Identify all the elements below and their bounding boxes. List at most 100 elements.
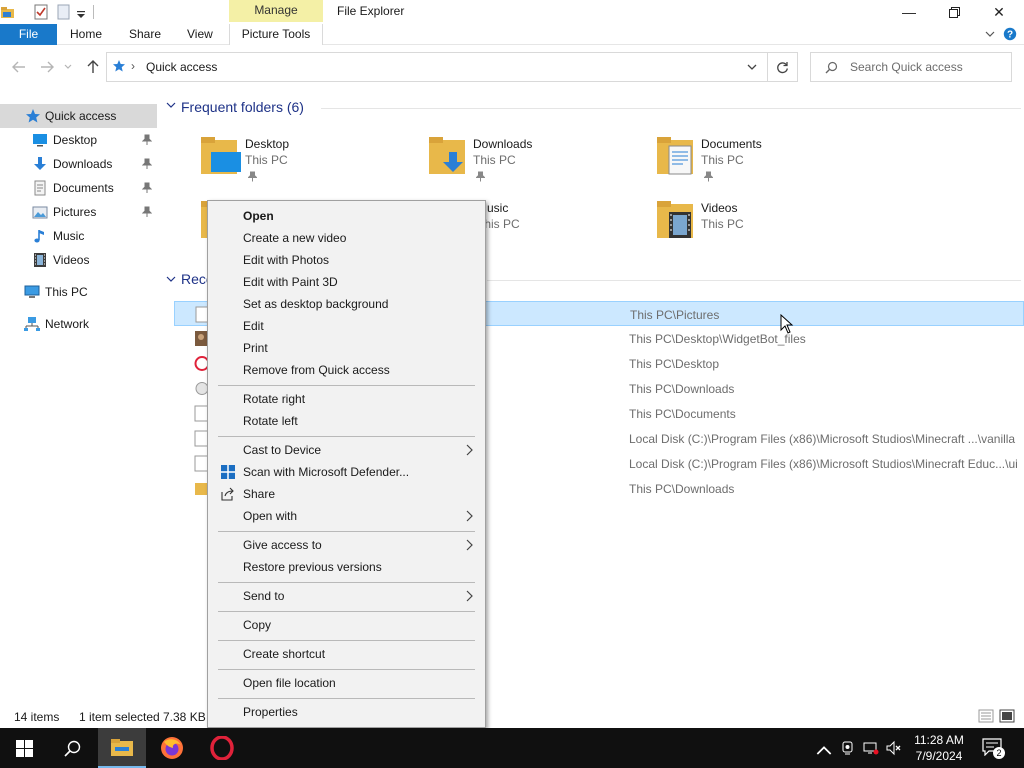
menu-item-edit[interactable]: Edit [210,315,483,337]
menu-item-give-access[interactable]: Give access to [210,534,483,556]
address-row: › Quick access Search Quick access [0,46,1024,88]
menu-item-print[interactable]: Print [210,337,483,359]
new-folder-icon[interactable] [56,4,72,20]
menu-item-open[interactable]: Open [210,205,483,227]
sidebar-item-this-pc[interactable]: This PC [0,280,157,304]
menu-item-rotate-left[interactable]: Rotate left [210,410,483,432]
network-tray-icon[interactable] [863,740,879,756]
sidebar-item-desktop[interactable]: Desktop [0,128,157,152]
menu-item-copy[interactable]: Copy [210,614,483,636]
pin-icon[interactable] [142,158,152,170]
volume-muted-icon[interactable] [886,740,902,756]
tab-file[interactable]: File [0,24,57,45]
folder-tile-desktop[interactable]: Desktop This PC [199,134,419,194]
menu-item-create-video[interactable]: Create a new video [210,227,483,249]
menu-item-scan-defender[interactable]: Scan with Microsoft Defender... [210,461,483,483]
menu-separator [218,582,475,583]
sidebar-item-quick-access[interactable]: Quick access [0,104,157,128]
close-button[interactable]: ✕ [976,0,1022,24]
forward-button[interactable] [38,58,56,76]
sidebar-item-videos[interactable]: Videos [0,248,157,272]
taskbar-opera[interactable] [198,728,246,768]
taskbar-file-explorer[interactable] [98,728,146,768]
sidebar-item-pictures[interactable]: Pictures [0,200,157,224]
tab-view[interactable]: View [187,24,213,45]
address-bar[interactable]: › Quick access [106,52,768,82]
pictures-icon [32,206,48,219]
back-button[interactable] [10,58,28,76]
folder-location: This PC [701,217,744,231]
menu-item-create-shortcut[interactable]: Create shortcut [210,643,483,665]
title-bar: Manage File Explorer — ✕ [0,0,1024,24]
folder-tile-videos[interactable]: Videos This PC [655,198,875,258]
selection-status: 1 item selected [79,710,160,724]
sidebar-item-music[interactable]: Music [0,224,157,248]
clock[interactable]: 11:28 AM 7/9/2024 [910,732,968,764]
submenu-arrow-icon [466,444,473,456]
menu-item-edit-paint3d[interactable]: Edit with Paint 3D [210,271,483,293]
menu-item-open-file-location[interactable]: Open file location [210,672,483,694]
menu-item-rotate-right[interactable]: Rotate right [210,388,483,410]
manage-contextual-tab[interactable]: Manage [229,0,323,22]
menu-item-set-background[interactable]: Set as desktop background [210,293,483,315]
file-explorer-icon [111,739,133,756]
search-icon [825,61,838,74]
up-button[interactable] [84,58,102,76]
download-icon [34,157,46,170]
file-location: Local Disk (C:)\Program Files (x86)\Micr… [629,432,1016,446]
details-view-icon[interactable] [978,709,994,723]
breadcrumb-quick-access[interactable]: Quick access [146,60,217,74]
collapse-chevron-icon[interactable] [166,276,176,283]
documents-folder-icon [657,137,693,175]
show-hidden-icons-icon[interactable] [816,742,832,758]
chevron-down-icon [64,64,72,69]
pin-icon[interactable] [142,206,152,218]
tab-home[interactable]: Home [70,24,102,45]
minimize-button[interactable]: — [886,0,932,24]
menu-item-edit-photos[interactable]: Edit with Photos [210,249,483,271]
recent-locations-button[interactable] [62,58,74,76]
large-icons-view-icon[interactable] [999,709,1015,723]
taskbar-search-button[interactable] [48,728,96,768]
search-icon [63,740,80,757]
sidebar-item-label: Network [45,317,90,331]
network-icon [24,317,40,331]
pin-icon[interactable] [142,134,152,146]
breadcrumb-separator[interactable]: › [131,59,135,73]
sidebar-item-label: Music [53,229,85,243]
menu-item-cast-to-device[interactable]: Cast to Device [210,439,483,461]
menu-item-restore-versions[interactable]: Restore previous versions [210,556,483,578]
folder-location: This PC [473,153,516,167]
folder-tile-documents[interactable]: Documents This PC [655,134,875,194]
action-center-button[interactable]: 2 [982,738,1005,759]
folder-quick-icon[interactable] [0,4,16,20]
menu-item-remove-quick-access[interactable]: Remove from Quick access [210,359,483,381]
pin-icon[interactable] [142,182,152,194]
menu-separator [218,640,475,641]
maximize-button[interactable] [931,0,977,24]
help-icon[interactable]: ? [1003,27,1017,41]
properties-icon[interactable] [33,4,49,20]
sidebar-item-documents[interactable]: Documents [0,176,157,200]
folder-tile-downloads[interactable]: Downloads This PC [427,134,647,194]
refresh-button[interactable] [768,52,798,82]
menu-item-open-with[interactable]: Open with [210,505,483,527]
collapse-chevron-icon[interactable] [166,102,176,109]
address-dropdown-icon[interactable] [747,64,757,71]
pin-icon [704,171,713,182]
frequent-folders-header[interactable]: Frequent folders (6) [181,99,304,115]
customize-toolbar-icon[interactable] [75,4,87,20]
expand-ribbon-icon[interactable] [985,30,995,38]
menu-item-share[interactable]: Share [210,483,483,505]
start-button[interactable] [0,728,48,768]
taskbar-firefox[interactable] [148,728,196,768]
webcam-icon[interactable] [840,740,856,756]
tab-share[interactable]: Share [129,24,161,45]
search-box[interactable]: Search Quick access [810,52,1012,82]
sidebar-item-network[interactable]: Network [0,312,157,336]
ribbon-tabs: File Home Share View Picture Tools ? [0,24,1024,45]
sidebar-item-downloads[interactable]: Downloads [0,152,157,176]
svg-text:?: ? [1007,30,1013,41]
menu-item-send-to[interactable]: Send to [210,585,483,607]
tab-picture-tools[interactable]: Picture Tools [229,24,323,45]
